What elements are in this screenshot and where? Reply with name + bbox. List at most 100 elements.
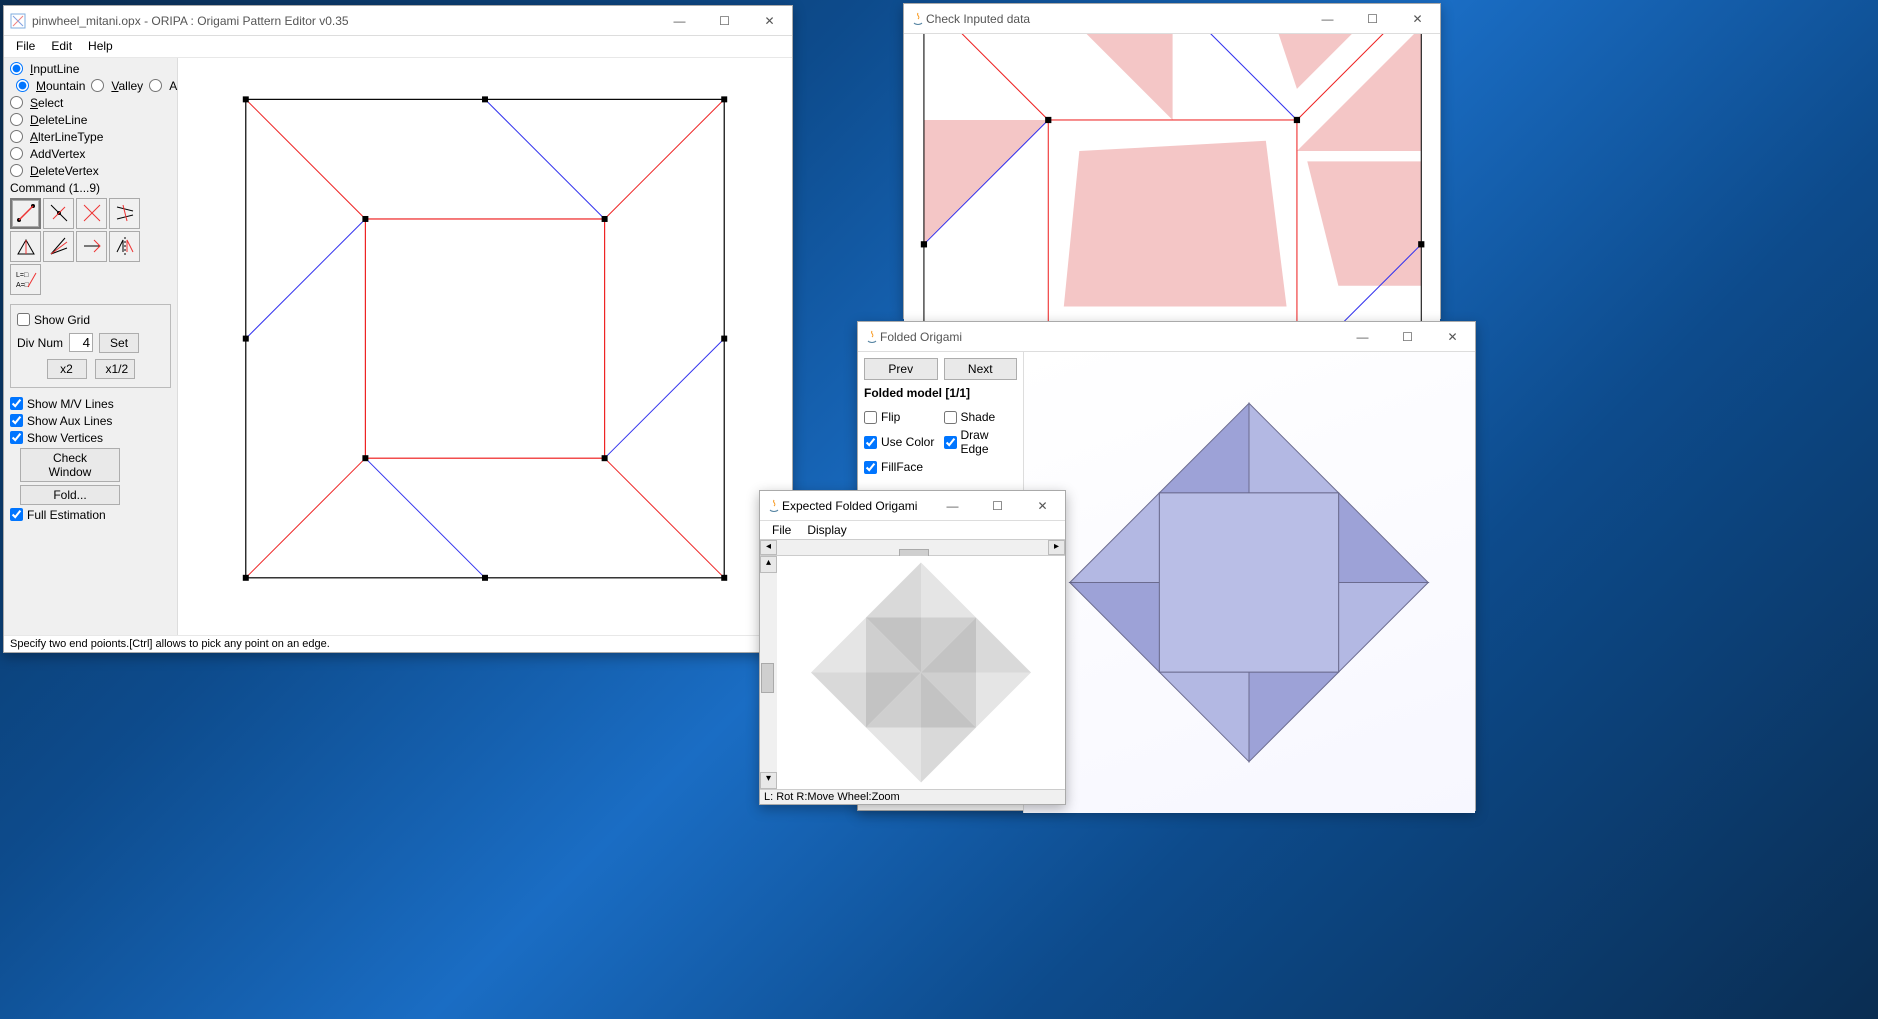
shade-label: Shade: [961, 410, 996, 424]
showgrid-label: Show Grid: [34, 313, 90, 327]
show-vertices-check[interactable]: Show Vertices: [10, 431, 171, 445]
cmd-8-mirror[interactable]: [109, 231, 140, 262]
window-title: Check Inputed data: [926, 12, 1305, 26]
tool-deleteline[interactable]: DeleteLine: [10, 113, 171, 127]
drawedge-check[interactable]: Draw Edge: [944, 428, 1018, 456]
horizontal-scrollbar[interactable]: ◂ ▸: [760, 540, 1065, 556]
divnum-label: Div Num: [17, 336, 63, 350]
check-window-button[interactable]: Check Window: [20, 448, 120, 482]
expected-folded-window: Expected Folded Origami — ☐ ✕ File Displ…: [759, 490, 1066, 805]
menubar: File Display: [760, 521, 1065, 540]
menu-display[interactable]: Display: [799, 521, 854, 539]
foldtype-mountain-label: Mountain: [36, 79, 85, 93]
cmd-5-triangle[interactable]: [10, 231, 41, 262]
foldtype-valley[interactable]: Valley: [91, 79, 143, 93]
tool-alterlinetype[interactable]: AlterLineType: [10, 130, 171, 144]
maximize-button[interactable]: ☐: [702, 6, 747, 35]
grid-panel: Show Grid Div Num Set x2 x1/2: [10, 304, 171, 388]
shade-check[interactable]: Shade: [944, 410, 1018, 424]
java-icon: [766, 498, 782, 514]
close-button[interactable]: ✕: [747, 6, 792, 35]
tool-deleteline-label: DeleteLine: [30, 113, 87, 127]
command-grid: L=□ A=□: [10, 198, 171, 295]
menu-edit[interactable]: Edit: [43, 37, 80, 55]
command-label: Command (1...9): [10, 181, 171, 195]
titlebar[interactable]: Expected Folded Origami — ☐ ✕: [760, 491, 1065, 521]
minimize-button[interactable]: —: [1340, 322, 1385, 351]
cmd-7-arrow[interactable]: [76, 231, 107, 262]
close-button[interactable]: ✕: [1430, 322, 1475, 351]
drawedge-label: Draw Edge: [961, 428, 1018, 456]
full-estimation-label: Full Estimation: [27, 508, 106, 522]
cmd-4-perp[interactable]: [109, 198, 140, 229]
divnum-input[interactable]: [69, 333, 93, 352]
cmd-6-bisector[interactable]: [43, 231, 74, 262]
scroll-left-icon[interactable]: ◂: [760, 540, 777, 555]
grid-x12-button[interactable]: x1/2: [95, 359, 135, 379]
maximize-button[interactable]: ☐: [1385, 322, 1430, 351]
titlebar[interactable]: Folded Origami — ☐ ✕: [858, 322, 1475, 352]
java-icon: [864, 329, 880, 345]
folded-render-canvas[interactable]: [1024, 352, 1475, 813]
titlebar[interactable]: pinwheel_mitani.opx - ORIPA : Origami Pa…: [4, 6, 792, 36]
fillface-check[interactable]: FillFace: [864, 460, 938, 474]
full-estimation-check[interactable]: Full Estimation: [10, 508, 171, 522]
menu-help[interactable]: Help: [80, 37, 121, 55]
vertical-scrollbar[interactable]: ▴ ▾: [760, 556, 777, 789]
tool-deletevertex[interactable]: DeleteVertex: [10, 164, 171, 178]
foldtype-valley-label: Valley: [111, 79, 143, 93]
check-canvas[interactable]: [904, 34, 1440, 322]
minimize-button[interactable]: —: [1305, 4, 1350, 33]
close-button[interactable]: ✕: [1020, 491, 1065, 520]
tool-addvertex[interactable]: AddVertex: [10, 147, 171, 161]
maximize-button[interactable]: ☐: [975, 491, 1020, 520]
maximize-button[interactable]: ☐: [1350, 4, 1395, 33]
crease-pattern-canvas[interactable]: [178, 58, 792, 635]
show-mv-check[interactable]: Show M/V Lines: [10, 397, 171, 411]
cmd-3-cross[interactable]: [76, 198, 107, 229]
next-button[interactable]: Next: [944, 358, 1018, 380]
menu-file[interactable]: File: [8, 37, 43, 55]
cmd-2-onvertex[interactable]: [43, 198, 74, 229]
tool-deletevertex-label: DeleteVertex: [30, 164, 99, 178]
menubar: File Edit Help: [4, 36, 792, 58]
minimize-button[interactable]: —: [657, 6, 702, 35]
foldtype-mountain[interactable]: Mountain: [16, 79, 85, 93]
close-button[interactable]: ✕: [1395, 4, 1440, 33]
cmd-1-segment[interactable]: [10, 198, 41, 229]
tool-alterlinetype-label: AlterLineType: [30, 130, 103, 144]
titlebar[interactable]: Check Inputed data — ☐ ✕: [904, 4, 1440, 34]
scroll-up-icon[interactable]: ▴: [760, 556, 777, 573]
show-mv-label: Show M/V Lines: [27, 397, 114, 411]
menu-file[interactable]: File: [764, 521, 799, 539]
minimize-button[interactable]: —: [930, 491, 975, 520]
flip-label: Flip: [881, 410, 900, 424]
show-aux-check[interactable]: Show Aux Lines: [10, 414, 171, 428]
fold-button[interactable]: Fold...: [20, 485, 120, 505]
scroll-down-icon[interactable]: ▾: [760, 772, 777, 789]
folded-model-label: Folded model [1/1]: [864, 386, 1017, 400]
usecolor-label: Use Color: [881, 435, 934, 449]
scroll-thumb-v[interactable]: [761, 663, 774, 693]
window-title: Expected Folded Origami: [782, 499, 930, 513]
app-icon: [10, 13, 26, 29]
grid-x2-button[interactable]: x2: [47, 359, 87, 379]
tool-select[interactable]: Select: [10, 96, 171, 110]
svg-text:L=□: L=□: [16, 272, 29, 279]
usecolor-check[interactable]: Use Color: [864, 428, 938, 456]
prev-button[interactable]: Prev: [864, 358, 938, 380]
tool-addvertex-label: AddVertex: [30, 147, 85, 161]
oripa-main-window: pinwheel_mitani.opx - ORIPA : Origami Pa…: [3, 5, 793, 653]
divnum-set-button[interactable]: Set: [99, 333, 139, 353]
svg-text:A=□: A=□: [16, 282, 30, 289]
tool-inputline-label: InputLine: [30, 62, 79, 76]
cmd-9-byvalue[interactable]: L=□ A=□: [10, 264, 41, 295]
scroll-right-icon[interactable]: ▸: [1048, 540, 1065, 555]
showgrid-check[interactable]: Show Grid: [17, 313, 164, 327]
flip-check[interactable]: Flip: [864, 410, 938, 424]
java-icon: [910, 11, 926, 27]
fillface-label: FillFace: [881, 460, 923, 474]
tool-inputline[interactable]: InputLine: [10, 62, 171, 76]
expected-render-canvas[interactable]: [777, 556, 1065, 789]
status-text: L: Rot R:Move Wheel:Zoom: [764, 791, 900, 803]
